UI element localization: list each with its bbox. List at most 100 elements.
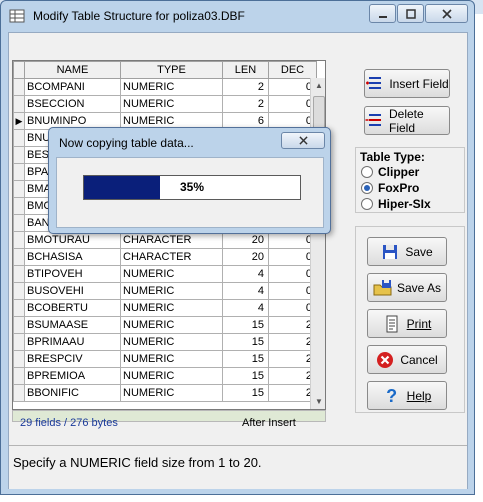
progress-dialog: Now copying table data... 35%	[48, 127, 331, 234]
cell-type[interactable]: NUMERIC	[120, 384, 223, 402]
column-header-len[interactable]: LEN	[222, 61, 269, 79]
radio-hiper-six-dot	[361, 198, 373, 210]
progress-dialog-close-button[interactable]	[281, 132, 325, 149]
print-button[interactable]: Print	[367, 309, 447, 338]
title-bar[interactable]: Modify Table Structure for poliza03.DBF	[1, 1, 474, 32]
table-app-icon	[9, 9, 25, 23]
window-title: Modify Table Structure for poliza03.DBF	[33, 9, 245, 23]
cell-type[interactable]: NUMERIC	[120, 78, 223, 96]
cell-name[interactable]: BCOMPANI	[24, 78, 121, 96]
row-indicator	[13, 163, 25, 181]
cell-len[interactable]: 15	[222, 333, 269, 351]
cell-len[interactable]: 4	[222, 299, 269, 317]
row-indicator	[13, 197, 25, 215]
cell-type[interactable]: NUMERIC	[120, 95, 223, 113]
cancel-x-icon	[376, 351, 394, 369]
radio-foxpro-label: FoxPro	[378, 181, 420, 195]
cell-name[interactable]: BBONIFIC	[24, 384, 121, 402]
column-header-name[interactable]: NAME	[24, 61, 121, 79]
cell-name[interactable]: BUSOVEHI	[24, 282, 121, 300]
minimize-button[interactable]	[369, 4, 396, 23]
progress-dialog-title: Now copying table data...	[59, 136, 194, 150]
scroll-down-arrow[interactable]: ▼	[311, 394, 325, 409]
scroll-up-arrow[interactable]: ▲	[311, 78, 325, 94]
cell-name[interactable]: BCOBERTU	[24, 299, 121, 317]
column-header-type[interactable]: TYPE	[120, 61, 223, 79]
save-button[interactable]: Save	[367, 237, 447, 266]
cell-len[interactable]: 2	[222, 78, 269, 96]
row-indicator	[13, 248, 25, 266]
radio-clipper[interactable]: Clipper	[361, 165, 419, 179]
table-row[interactable]: BCHASISA CHARACTER 20 0	[13, 248, 317, 266]
row-indicator	[13, 333, 25, 351]
save-as-button[interactable]: Save As	[367, 273, 447, 302]
row-indicator	[13, 95, 25, 113]
save-as-label: Save As	[396, 280, 442, 295]
table-row[interactable]: BPREMIOA NUMERIC 15 2	[13, 367, 317, 385]
cell-len[interactable]: 15	[222, 350, 269, 368]
table-row[interactable]: BCOMPANI NUMERIC 2 0	[13, 78, 317, 96]
header-row: NAME TYPE LEN DEC	[13, 61, 317, 79]
cell-len[interactable]: 4	[222, 265, 269, 283]
table-row[interactable]: BPRIMAAU NUMERIC 15 2	[13, 333, 317, 351]
table-row[interactable]: BRESPCIV NUMERIC 15 2	[13, 350, 317, 368]
cell-type[interactable]: NUMERIC	[120, 282, 223, 300]
cell-type[interactable]: NUMERIC	[120, 265, 223, 283]
cell-type[interactable]: NUMERIC	[120, 350, 223, 368]
progress-percent-label: 35%	[179, 180, 205, 194]
field-count-status: 29 fields / 276 bytes	[20, 417, 118, 429]
row-indicator	[13, 299, 25, 317]
cell-len[interactable]: 15	[222, 367, 269, 385]
row-indicator	[13, 231, 25, 249]
cell-name[interactable]: BMOTURAU	[24, 231, 121, 249]
cell-name[interactable]: BPRIMAAU	[24, 333, 121, 351]
table-row[interactable]: BSUMAASE NUMERIC 15 2	[13, 316, 317, 334]
help-button[interactable]: ? Help	[367, 381, 447, 410]
cell-type[interactable]: NUMERIC	[120, 299, 223, 317]
progress-dialog-body: 35%	[56, 157, 324, 228]
modify-structure-window: Modify Table Structure for poliza03.DBF …	[0, 0, 475, 495]
column-header-dec[interactable]: DEC	[268, 61, 317, 79]
cell-len[interactable]: 4	[222, 282, 269, 300]
delete-field-button[interactable]: Delete Field	[364, 106, 450, 135]
maximize-button[interactable]	[397, 4, 424, 23]
cell-len[interactable]: 15	[222, 316, 269, 334]
cell-type[interactable]: CHARACTER	[120, 248, 223, 266]
cell-name[interactable]: BSECCION	[24, 95, 121, 113]
cell-name[interactable]: BCHASISA	[24, 248, 121, 266]
close-button[interactable]	[425, 4, 468, 23]
table-row[interactable]: BBONIFIC NUMERIC 15 2	[13, 384, 317, 402]
radio-hiper-six[interactable]: Hiper-SIx	[361, 197, 431, 211]
cell-type[interactable]: CHARACTER	[120, 231, 223, 249]
row-indicator	[13, 384, 25, 402]
radio-hiper-six-label: Hiper-SIx	[378, 197, 431, 211]
cell-name[interactable]: BSUMAASE	[24, 316, 121, 334]
row-indicator	[13, 282, 25, 300]
table-row[interactable]: BSECCION NUMERIC 2 0	[13, 95, 317, 113]
table-row[interactable]: BMOTURAU CHARACTER 20 0	[13, 231, 317, 249]
cell-len[interactable]: 20	[222, 231, 269, 249]
cell-name[interactable]: BPREMIOA	[24, 367, 121, 385]
close-icon	[441, 8, 452, 19]
field-grid[interactable]: NAME TYPE LEN DEC BCOMPANI NUMERIC 2 0 BSECC…	[12, 60, 326, 410]
cell-type[interactable]: NUMERIC	[120, 367, 223, 385]
cell-type[interactable]: NUMERIC	[120, 316, 223, 334]
radio-foxpro[interactable]: FoxPro	[361, 181, 419, 195]
table-row[interactable]: BCOBERTU NUMERIC 4 0	[13, 299, 317, 317]
cell-type[interactable]: NUMERIC	[120, 333, 223, 351]
row-indicator	[13, 180, 25, 198]
cell-len[interactable]: 2	[222, 95, 269, 113]
table-row[interactable]: BTIPOVEH NUMERIC 4 0	[13, 265, 317, 283]
cell-len[interactable]: 20	[222, 248, 269, 266]
insert-field-button[interactable]: Insert Field	[364, 69, 450, 98]
print-document-icon	[383, 315, 401, 333]
table-row[interactable]: BUSOVEHI NUMERIC 4 0	[13, 282, 317, 300]
row-indicator	[13, 367, 25, 385]
row-indicator	[13, 78, 25, 96]
cell-len[interactable]: 15	[222, 384, 269, 402]
row-indicator	[13, 146, 25, 164]
cell-name[interactable]: BTIPOVEH	[24, 265, 121, 283]
cell-name[interactable]: BRESPCIV	[24, 350, 121, 368]
cancel-button[interactable]: Cancel	[367, 345, 447, 374]
radio-foxpro-dot	[361, 182, 373, 194]
